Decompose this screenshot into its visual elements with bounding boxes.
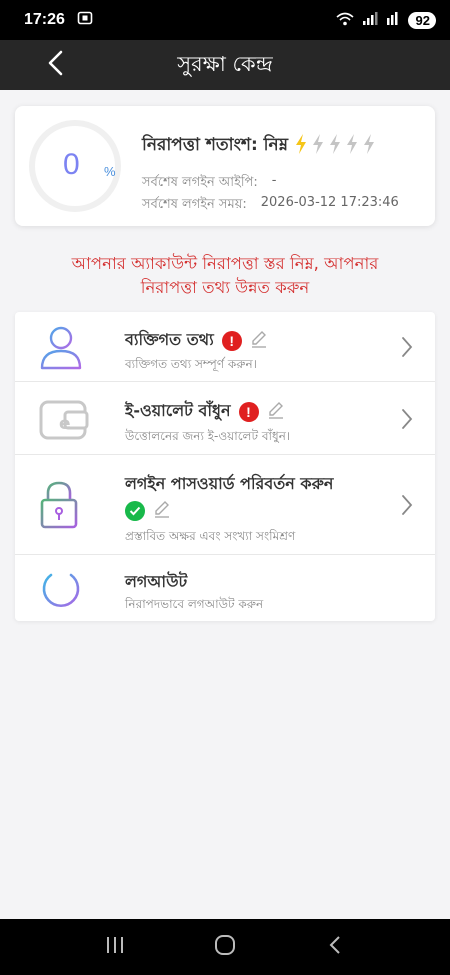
personal-info-title-row: ব্যক্তিগত তথ্য ! — [125, 327, 268, 354]
security-level: নিরাপত্তা শতাংশ: নিম্ন — [142, 132, 376, 160]
lock-icon — [39, 480, 79, 534]
security-bolts — [294, 133, 376, 160]
last-login-time: সর্বশেষ লগইন সময়: 2026-03-12 17:23:46 — [142, 195, 399, 216]
ewallet-title-row: ই-ওয়ালেট বাঁধুন ! — [125, 398, 285, 425]
app-header: সুরক্ষা কেন্দ্র — [0, 40, 450, 90]
warning-line-2: নিরাপত্তা তথ্য উন্নত করুন — [140, 278, 310, 297]
chevron-right-icon — [401, 494, 413, 520]
recent-apps-button[interactable] — [95, 927, 135, 967]
wifi-icon — [336, 11, 354, 30]
power-icon — [39, 565, 83, 613]
last-login-ip-value: - — [271, 173, 277, 188]
screenshot-icon — [77, 10, 93, 30]
security-warning: আপনার অ্যাকাউন্ট নিরাপত্তা স্তর নিম্ন, আ… — [20, 252, 430, 300]
logout-title: লগআউট — [125, 572, 188, 591]
status-time: 17:26 — [24, 11, 65, 28]
signal-icon — [362, 11, 378, 30]
last-login-ip-label: সর্বশেষ লগইন আইপি: — [142, 175, 258, 190]
personal-info-title: ব্যক্তিগত তথ্য — [125, 330, 214, 349]
last-login-time-label: সর্বশেষ লগইন সময়: — [142, 197, 247, 212]
wallet-icon: e — [39, 396, 89, 446]
user-icon — [39, 324, 83, 374]
check-icon — [125, 501, 145, 521]
edit-icon[interactable] — [267, 401, 285, 423]
score-value: 0 — [63, 148, 80, 181]
edit-icon[interactable] — [250, 330, 268, 352]
logout-subtitle: নিরাপদভাবে লগআউট করুন — [125, 597, 264, 611]
last-login-ip: সর্বশেষ লগইন আইপি: - — [142, 173, 276, 194]
recent-apps-icon — [105, 936, 125, 958]
bolt-inactive-icon — [328, 133, 342, 160]
security-score-card: 0 % নিরাপত্তা শতাংশ: নিম্ন সর্বশেষ লগইন … — [15, 106, 435, 226]
warning-line-1: আপনার অ্যাকাউন্ট নিরাপত্তা স্তর নিম্ন, আ… — [71, 254, 379, 273]
alert-icon: ! — [221, 330, 242, 351]
svg-text:e: e — [59, 414, 71, 434]
back-icon — [328, 935, 342, 959]
system-back-button[interactable] — [315, 927, 355, 967]
battery-indicator: 92 — [407, 11, 436, 29]
score-percent-sign: % — [104, 164, 116, 179]
list-item-ewallet[interactable]: e ই-ওয়ালেট বাঁধুন ! উত্তোলনের জন্য ই-ওয… — [15, 382, 435, 455]
last-login-time-value: 2026-03-12 17:23:46 — [260, 195, 399, 210]
system-nav-bar — [0, 919, 450, 975]
back-button[interactable] — [38, 48, 72, 82]
list-item-personal-info[interactable]: ব্যক্তিগত তথ্য ! ব্যক্তিগত তথ্য সম্পূর্ণ… — [15, 312, 435, 382]
login-password-status-row — [125, 500, 171, 522]
list-item-logout[interactable]: লগআউট নিরাপদভাবে লগআউট করুন — [15, 555, 435, 621]
login-password-subtitle: প্রস্তাবিত অক্ষর এবং সংখ্যা সংমিশ্রণ — [125, 529, 296, 543]
status-bar: 17:26 92 — [0, 0, 450, 40]
chevron-left-icon — [46, 50, 64, 80]
signal-icon-2 — [386, 11, 400, 30]
list-item-login-password[interactable]: লগইন পাসওয়ার্ড পরিবর্তন করুন প্রস্তাবিত… — [15, 455, 435, 555]
ewallet-subtitle: উত্তোলনের জন্য ই-ওয়ালেট বাঁধুন। — [125, 429, 291, 443]
bolt-inactive-icon — [345, 133, 359, 160]
page-title: সুরক্ষা কেন্দ্র — [177, 51, 273, 76]
home-icon — [214, 934, 236, 960]
security-level-label: নিরাপত্তা শতাংশ: নিম্ন — [142, 135, 289, 155]
chevron-right-icon — [401, 408, 413, 434]
bolt-active-icon — [294, 133, 308, 160]
chevron-right-icon — [401, 336, 413, 362]
edit-icon[interactable] — [153, 500, 171, 522]
bolt-inactive-icon — [362, 133, 376, 160]
bolt-inactive-icon — [311, 133, 325, 160]
home-button[interactable] — [205, 927, 245, 967]
login-password-title: লগইন পাসওয়ার্ড পরিবর্তন করুন — [125, 474, 334, 493]
security-options-list: ব্যক্তিগত তথ্য ! ব্যক্তিগত তথ্য সম্পূর্ণ… — [15, 312, 435, 621]
alert-icon: ! — [238, 401, 259, 422]
personal-info-subtitle: ব্যক্তিগত তথ্য সম্পূর্ণ করুন। — [125, 357, 257, 371]
ewallet-title: ই-ওয়ালেট বাঁধুন — [125, 401, 231, 420]
